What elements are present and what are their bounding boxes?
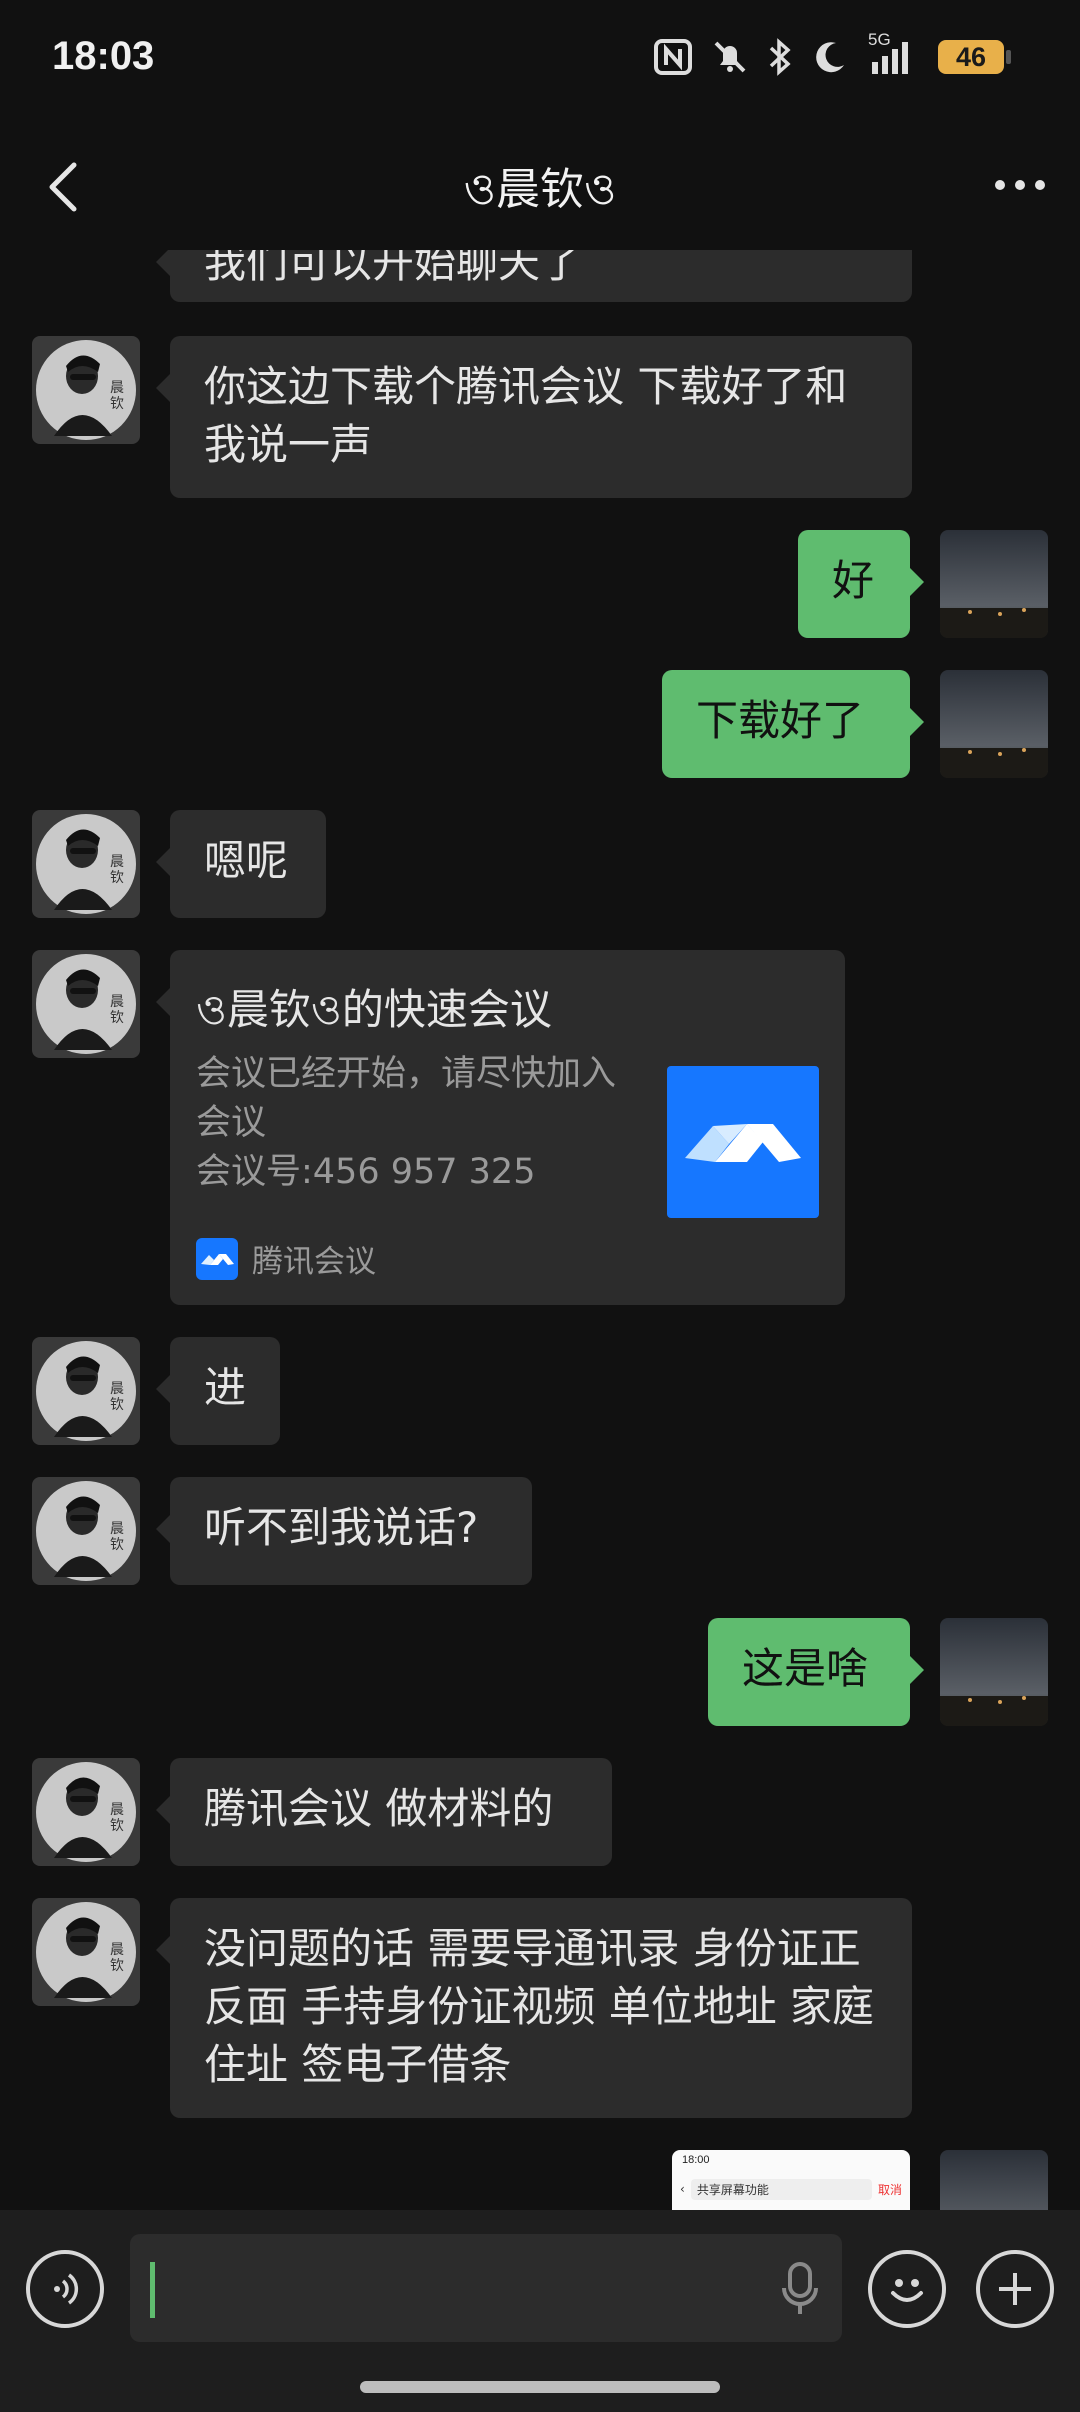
screenshot-image[interactable]: 18:00 ‹ 共享屏幕功能 取消: [672, 2150, 910, 2210]
bluetooth-icon: [769, 38, 791, 76]
voice-mode-icon[interactable]: [26, 2250, 104, 2328]
svg-text:钦: 钦: [110, 1010, 124, 1026]
nfc-icon: [654, 39, 692, 75]
card-desc-line: 会议已经开始，请尽快加入会议: [196, 1054, 617, 1143]
svg-text:钦: 钦: [110, 1537, 124, 1553]
svg-text:晨: 晨: [110, 380, 124, 396]
svg-text:晨: 晨: [110, 1521, 124, 1537]
svg-text:钦: 钦: [110, 396, 124, 412]
more-dots-icon[interactable]: [990, 165, 1050, 205]
card-meeting-id: 会议号:456 957 325: [196, 1152, 536, 1192]
message-input[interactable]: [130, 2234, 842, 2342]
svg-text:晨: 晨: [110, 1381, 124, 1397]
moon-icon: [816, 42, 844, 73]
shot-cancel: 取消: [877, 2182, 902, 2197]
svg-text:晨: 晨: [110, 1802, 124, 1818]
shot-back-icon: ‹: [680, 2182, 685, 2196]
svg-text:钦: 钦: [110, 870, 124, 886]
status-icons: 5G 46: [654, 30, 1011, 76]
input-bar: [0, 2210, 1080, 2412]
tencent-meeting-mini-icon: [196, 1237, 238, 1280]
battery-level: 46: [955, 41, 987, 72]
text-caret: [150, 2262, 155, 2318]
mic-icon[interactable]: [780, 2260, 820, 2316]
contact-avatar[interactable]: 晨钦: [32, 1898, 140, 2006]
message-bubble[interactable]: 嗯呢: [156, 810, 326, 918]
contact-avatar[interactable]: 晨钦: [32, 1758, 140, 1866]
contact-avatar[interactable]: 晨钦: [32, 950, 140, 1058]
message-bubble[interactable]: 下载好了: [662, 670, 924, 778]
status-time: 18:03: [52, 34, 155, 78]
self-avatar[interactable]: [940, 1618, 1048, 1726]
svg-text:晨: 晨: [110, 994, 124, 1010]
svg-text:钦: 钦: [110, 1397, 124, 1413]
svg-text:晨: 晨: [110, 854, 124, 870]
card-source-label: 腾讯会议: [252, 1244, 376, 1280]
svg-text:钦: 钦: [110, 1958, 124, 1974]
chat-title: ও晨钦ও: [463, 164, 617, 215]
meeting-invite-card[interactable]: ও晨钦ও的快速会议 会议已经开始，请尽快加入会议 会议号:456 957 325…: [156, 950, 845, 1305]
shot-search-row: ‹ 共享屏幕功能 取消: [680, 2176, 902, 2202]
battery-icon: 46: [938, 40, 1011, 74]
signal-group: 5G: [868, 30, 918, 76]
message-bubble[interactable]: 你这边下载个腾讯会议 下载好了和我说一声: [156, 336, 912, 498]
card-source: 腾讯会议: [196, 1236, 376, 1281]
contact-avatar[interactable]: 晨钦: [32, 810, 140, 918]
message-bubble[interactable]: 好: [798, 530, 924, 638]
contact-avatar[interactable]: 晨钦: [32, 1477, 140, 1585]
svg-text:钦: 钦: [110, 1818, 124, 1834]
message-bubble[interactable]: 进: [156, 1337, 280, 1445]
svg-text:晨: 晨: [110, 1942, 124, 1958]
contact-avatar[interactable]: 晨钦: [32, 336, 140, 444]
plus-icon[interactable]: [976, 2250, 1054, 2328]
emoji-icon[interactable]: [868, 2250, 946, 2328]
chat-header: ও晨钦ও: [0, 125, 1080, 250]
message-bubble[interactable]: 腾讯会议 做材料的: [156, 1758, 612, 1866]
self-avatar[interactable]: [940, 530, 1048, 638]
home-indicator[interactable]: [360, 2381, 720, 2393]
self-avatar[interactable]: [940, 2150, 1048, 2210]
self-avatar[interactable]: [940, 670, 1048, 778]
message-bubble[interactable]: 我们可以开始聊天了: [156, 250, 912, 302]
shot-time: 18:00: [682, 2154, 710, 2166]
status-bar: 18:03 5G 46: [0, 0, 1080, 125]
tencent-meeting-logo-icon: [667, 1066, 819, 1218]
message-list[interactable]: 我们可以开始聊天了 晨钦 你这边下载个腾讯会议 下载好了和我说一声 好 下载好了…: [0, 250, 1080, 2210]
message-bubble[interactable]: 这是啥: [708, 1618, 924, 1726]
shot-search-text: 共享屏幕功能: [690, 2178, 872, 2200]
network-label: 5G: [868, 30, 891, 49]
card-description: 会议已经开始，请尽快加入会议 会议号:456 957 325: [196, 1050, 636, 1197]
message-bubble[interactable]: 没问题的话 需要导通讯录 身份证正反面 手持身份证视频 单位地址 家庭住址 签电…: [156, 1898, 912, 2118]
message-bubble[interactable]: 听不到我说话?: [156, 1477, 532, 1585]
contact-avatar[interactable]: 晨钦: [32, 1337, 140, 1445]
mute-icon: [714, 41, 746, 73]
card-title: ও晨钦ও的快速会议: [196, 985, 552, 1034]
